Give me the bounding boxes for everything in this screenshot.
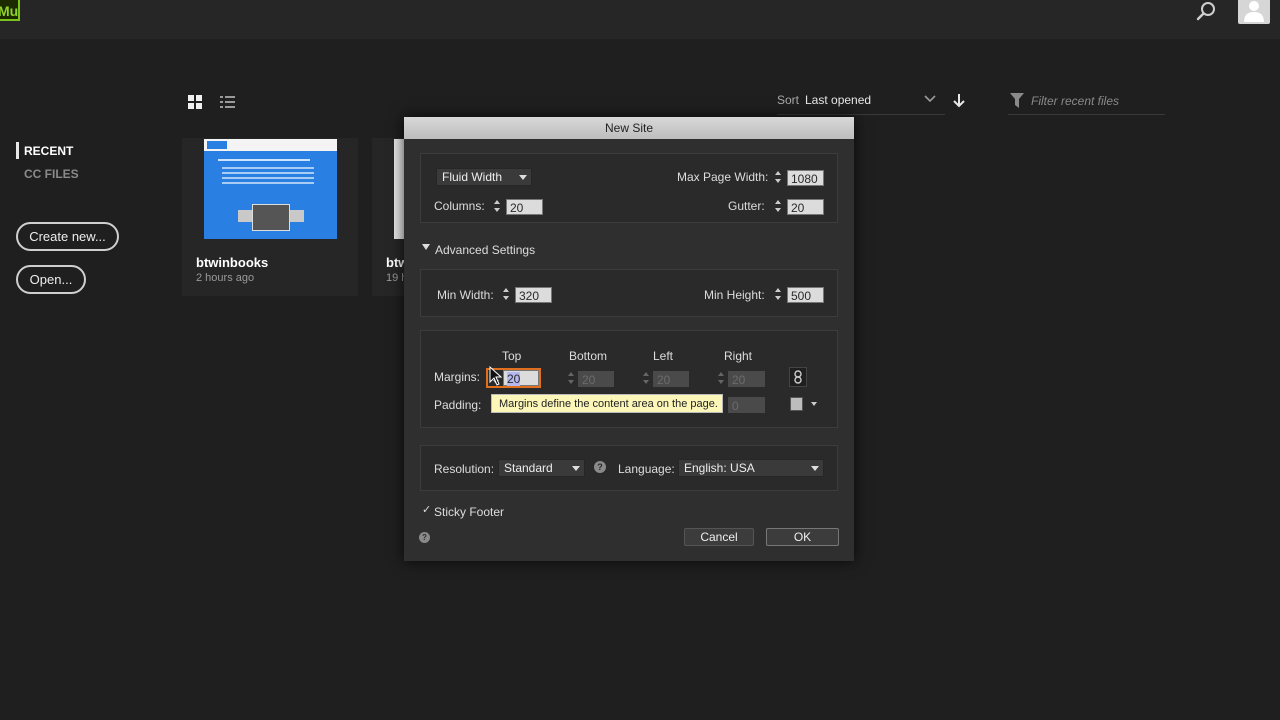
file-name: btwinbooks bbox=[196, 255, 269, 270]
spinner-icon[interactable] bbox=[773, 199, 783, 213]
filter-underline bbox=[1008, 114, 1165, 115]
spinner-icon bbox=[568, 372, 574, 384]
col-left-label: Left bbox=[653, 349, 674, 363]
list-view-icon[interactable] bbox=[220, 95, 235, 109]
language-label: Language: bbox=[618, 462, 675, 476]
spinner-icon[interactable] bbox=[501, 287, 511, 301]
min-height-label: Min Height: bbox=[704, 288, 765, 302]
grid-view-icon[interactable] bbox=[188, 95, 202, 109]
nav-recent[interactable]: RECENT bbox=[24, 144, 73, 158]
margins-panel: Top Bottom Left Right Margins: 20 20 20 … bbox=[420, 330, 838, 428]
muse-logo: Mu bbox=[0, 0, 20, 21]
max-page-width-field[interactable]: 1080 bbox=[787, 170, 824, 186]
dialog-title: New Site bbox=[404, 117, 854, 139]
link-margins-button[interactable] bbox=[789, 367, 807, 387]
columns-field[interactable]: 20 bbox=[506, 199, 543, 215]
checkmark-icon[interactable]: ✓ bbox=[422, 503, 431, 516]
page-layout-panel: Fluid Width Max Page Width: 1080 Columns… bbox=[420, 153, 838, 223]
new-site-dialog: New Site Fluid Width Max Page Width: 108… bbox=[404, 117, 854, 561]
spinner-icon[interactable] bbox=[492, 199, 502, 213]
sort-label: Sort bbox=[777, 93, 800, 107]
margin-right-field[interactable]: 20 bbox=[728, 371, 765, 387]
create-new-button[interactable]: Create new... bbox=[16, 222, 119, 251]
min-width-label: Min Width: bbox=[437, 288, 494, 302]
chevron-down-icon[interactable] bbox=[811, 402, 817, 406]
top-bar: Mu bbox=[0, 0, 1280, 39]
file-time: 2 hours ago bbox=[196, 272, 255, 284]
margin-left-field[interactable]: 20 bbox=[653, 371, 689, 387]
chain-link-icon bbox=[794, 370, 802, 384]
file-card[interactable]: btwinbooks 2 hours ago bbox=[182, 138, 358, 296]
gutter-field[interactable]: 20 bbox=[787, 199, 824, 215]
margin-top-field[interactable]: 20 bbox=[503, 370, 539, 386]
sort-underline bbox=[777, 114, 945, 115]
spinner-icon[interactable] bbox=[773, 287, 783, 301]
margins-label: Margins: bbox=[434, 370, 481, 384]
ok-button[interactable]: OK bbox=[766, 528, 839, 546]
file-thumbnail bbox=[204, 139, 337, 239]
layout-type-dropdown[interactable]: Fluid Width bbox=[436, 168, 532, 186]
filter-input[interactable]: Filter recent files bbox=[1031, 94, 1119, 108]
padding-label: Padding: bbox=[434, 398, 482, 412]
disclosure-triangle-icon[interactable] bbox=[422, 244, 430, 250]
sort-direction-icon[interactable] bbox=[952, 93, 966, 109]
col-top-label: Top bbox=[502, 349, 522, 363]
open-button[interactable]: Open... bbox=[16, 265, 86, 294]
nav-active-indicator bbox=[16, 142, 19, 159]
help-icon[interactable]: ? bbox=[419, 532, 430, 543]
max-page-width-label: Max Page Width: bbox=[677, 170, 769, 184]
chevron-down-icon[interactable] bbox=[924, 94, 936, 104]
resolution-dropdown[interactable]: Standard bbox=[498, 459, 585, 477]
min-height-field[interactable]: 500 bbox=[787, 287, 824, 303]
nav-cc-files[interactable]: CC FILES bbox=[24, 167, 79, 181]
min-width-field[interactable]: 320 bbox=[515, 287, 552, 303]
padding-swatch[interactable] bbox=[790, 397, 803, 411]
search-icon[interactable] bbox=[1196, 0, 1218, 22]
col-right-label: Right bbox=[724, 349, 753, 363]
sort-dropdown[interactable]: Last opened bbox=[805, 93, 871, 107]
cancel-button[interactable]: Cancel bbox=[684, 528, 754, 546]
resolution-label: Resolution: bbox=[434, 462, 495, 476]
advanced-settings-toggle[interactable]: Advanced Settings bbox=[435, 243, 535, 257]
user-avatar-icon[interactable] bbox=[1238, 0, 1270, 24]
filter-icon bbox=[1010, 93, 1024, 108]
spinner-icon bbox=[643, 372, 649, 384]
col-bottom-label: Bottom bbox=[569, 349, 608, 363]
resolution-panel: Resolution: Standard ? Language: English… bbox=[420, 445, 838, 491]
help-icon[interactable]: ? bbox=[594, 461, 606, 473]
language-dropdown[interactable]: English: USA bbox=[678, 459, 824, 477]
spinner-icon[interactable] bbox=[773, 170, 783, 184]
margins-tooltip: Margins define the content area on the p… bbox=[491, 394, 723, 413]
gutter-label: Gutter: bbox=[728, 199, 765, 213]
padding-right-field[interactable]: 0 bbox=[728, 397, 765, 413]
sticky-footer-checkbox[interactable]: Sticky Footer bbox=[434, 505, 504, 519]
spinner-icon bbox=[718, 372, 724, 384]
columns-label: Columns: bbox=[434, 199, 485, 213]
cursor-icon bbox=[489, 366, 503, 386]
margin-bottom-field[interactable]: 20 bbox=[578, 371, 614, 387]
min-size-panel: Min Width: 320 Min Height: 500 bbox=[420, 269, 838, 317]
